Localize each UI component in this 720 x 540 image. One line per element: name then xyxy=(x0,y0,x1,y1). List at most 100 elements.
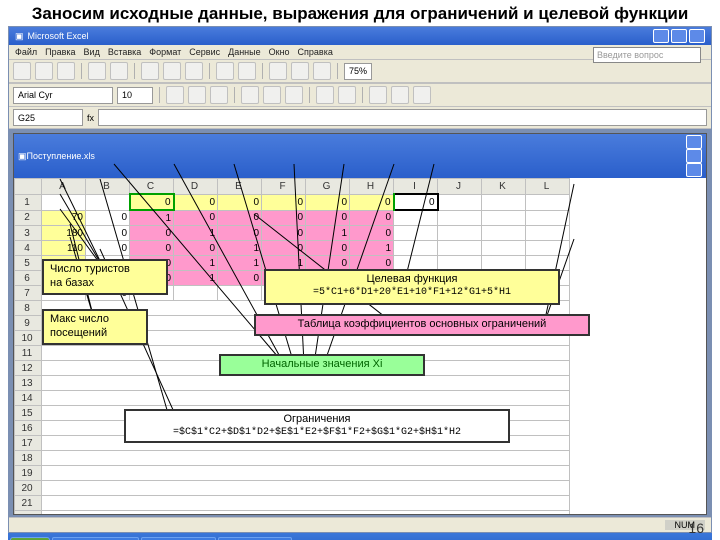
zoom-box[interactable]: 75% xyxy=(344,63,372,80)
row-header[interactable]: 7 xyxy=(15,286,42,301)
cell[interactable]: 0 xyxy=(262,210,306,226)
row-header[interactable]: 18 xyxy=(15,451,42,466)
paste-icon[interactable] xyxy=(185,62,203,80)
row-header[interactable]: 19 xyxy=(15,466,42,481)
row-header[interactable]: 13 xyxy=(15,376,42,391)
cell[interactable]: 0 xyxy=(306,210,350,226)
sort-icon[interactable] xyxy=(291,62,309,80)
menu-tools[interactable]: Сервис xyxy=(189,47,220,57)
formula-input[interactable] xyxy=(98,109,707,126)
fx-icon[interactable]: fx xyxy=(87,113,94,123)
undo-icon[interactable] xyxy=(216,62,234,80)
row-header[interactable]: 11 xyxy=(15,346,42,361)
row-header[interactable]: 2 xyxy=(15,210,42,226)
cell[interactable]: 110 xyxy=(42,241,86,256)
cell[interactable]: 70 xyxy=(42,210,86,226)
help-search-box[interactable]: Введите вопрос xyxy=(593,47,701,63)
col-header[interactable]: E xyxy=(218,179,262,195)
menu-data[interactable]: Данные xyxy=(228,47,261,57)
col-header[interactable]: C xyxy=(130,179,174,195)
cell[interactable]: 0 xyxy=(394,194,438,210)
copy-icon[interactable] xyxy=(163,62,181,80)
col-header[interactable]: G xyxy=(306,179,350,195)
row-header[interactable]: 12 xyxy=(15,361,42,376)
row-header[interactable]: 3 xyxy=(15,226,42,241)
chart-icon[interactable] xyxy=(313,62,331,80)
col-header[interactable]: D xyxy=(174,179,218,195)
font-color-icon[interactable] xyxy=(413,86,431,104)
cut-icon[interactable] xyxy=(141,62,159,80)
cell[interactable]: 0 xyxy=(130,241,174,256)
row-header[interactable]: 15 xyxy=(15,406,42,421)
cell[interactable]: 1 xyxy=(306,226,350,241)
cell[interactable]: 0 xyxy=(174,210,218,226)
fill-color-icon[interactable] xyxy=(391,86,409,104)
col-header[interactable]: K xyxy=(482,179,526,195)
cell[interactable]: 0 xyxy=(130,226,174,241)
save-icon[interactable] xyxy=(57,62,75,80)
font-size-box[interactable]: 10 xyxy=(117,87,153,104)
menu-insert[interactable]: Вставка xyxy=(108,47,141,57)
menu-edit[interactable]: Правка xyxy=(45,47,75,57)
cell[interactable]: 0 xyxy=(86,210,130,226)
align-center-icon[interactable] xyxy=(263,86,281,104)
maximize-button[interactable] xyxy=(671,29,687,43)
menu-file[interactable]: Файл xyxy=(15,47,37,57)
col-header[interactable]: A xyxy=(42,179,86,195)
name-box[interactable]: G25 xyxy=(13,109,83,126)
menu-window[interactable]: Окно xyxy=(269,47,290,57)
cell[interactable]: 0 xyxy=(262,241,306,256)
italic-icon[interactable] xyxy=(188,86,206,104)
row-header[interactable]: 10 xyxy=(15,331,42,346)
percent-icon[interactable] xyxy=(338,86,356,104)
cell[interactable]: 0 xyxy=(174,241,218,256)
wb-maximize-button[interactable] xyxy=(686,149,702,163)
cell[interactable]: 0 xyxy=(350,226,394,241)
spreadsheet-grid[interactable]: ABCDEFGHIJKL 10000000 2700100000 3180001… xyxy=(14,178,706,515)
cell[interactable]: 0 xyxy=(218,210,262,226)
row-header[interactable]: 21 xyxy=(15,496,42,511)
select-all[interactable] xyxy=(15,179,42,195)
cell[interactable]: 1 xyxy=(174,256,218,271)
col-header[interactable]: J xyxy=(438,179,482,195)
open-icon[interactable] xyxy=(35,62,53,80)
col-header[interactable]: I xyxy=(394,179,438,195)
cell[interactable]: 1 xyxy=(350,241,394,256)
col-header[interactable]: F xyxy=(262,179,306,195)
cell[interactable]: 0 xyxy=(218,194,262,210)
row-header[interactable]: 14 xyxy=(15,391,42,406)
col-header[interactable]: L xyxy=(526,179,570,195)
cell[interactable]: 0 xyxy=(350,210,394,226)
col-header[interactable]: H xyxy=(350,179,394,195)
cell[interactable]: 0 xyxy=(174,194,218,210)
minimize-button[interactable] xyxy=(653,29,669,43)
menu-format[interactable]: Формат xyxy=(149,47,181,57)
wb-minimize-button[interactable] xyxy=(686,135,702,149)
cell[interactable]: 1 xyxy=(174,271,218,286)
cell[interactable]: 1 xyxy=(174,226,218,241)
row-header[interactable]: 9 xyxy=(15,316,42,331)
cell[interactable]: 0 xyxy=(218,271,262,286)
cell[interactable]: 0 xyxy=(262,194,306,210)
cell[interactable]: 1 xyxy=(130,210,174,226)
cell[interactable]: 1 xyxy=(218,241,262,256)
cell[interactable]: 0 xyxy=(130,194,174,210)
row-header[interactable]: 20 xyxy=(15,481,42,496)
currency-icon[interactable] xyxy=(316,86,334,104)
cell[interactable]: 0 xyxy=(86,241,130,256)
font-name-box[interactable]: Arial Cyr xyxy=(13,87,113,104)
borders-icon[interactable] xyxy=(369,86,387,104)
row-header[interactable]: 1 xyxy=(15,194,42,210)
row-header[interactable]: 6 xyxy=(15,271,42,286)
cell[interactable]: 0 xyxy=(306,194,350,210)
col-header[interactable]: B xyxy=(86,179,130,195)
cell[interactable]: 1 xyxy=(218,256,262,271)
sum-icon[interactable] xyxy=(269,62,287,80)
sheet-table[interactable]: ABCDEFGHIJKL 10000000 2700100000 3180001… xyxy=(14,178,570,515)
underline-icon[interactable] xyxy=(210,86,228,104)
cell[interactable]: 180 xyxy=(42,226,86,241)
bold-icon[interactable] xyxy=(166,86,184,104)
row-header[interactable]: 17 xyxy=(15,436,42,451)
align-left-icon[interactable] xyxy=(241,86,259,104)
menu-help[interactable]: Справка xyxy=(298,47,333,57)
